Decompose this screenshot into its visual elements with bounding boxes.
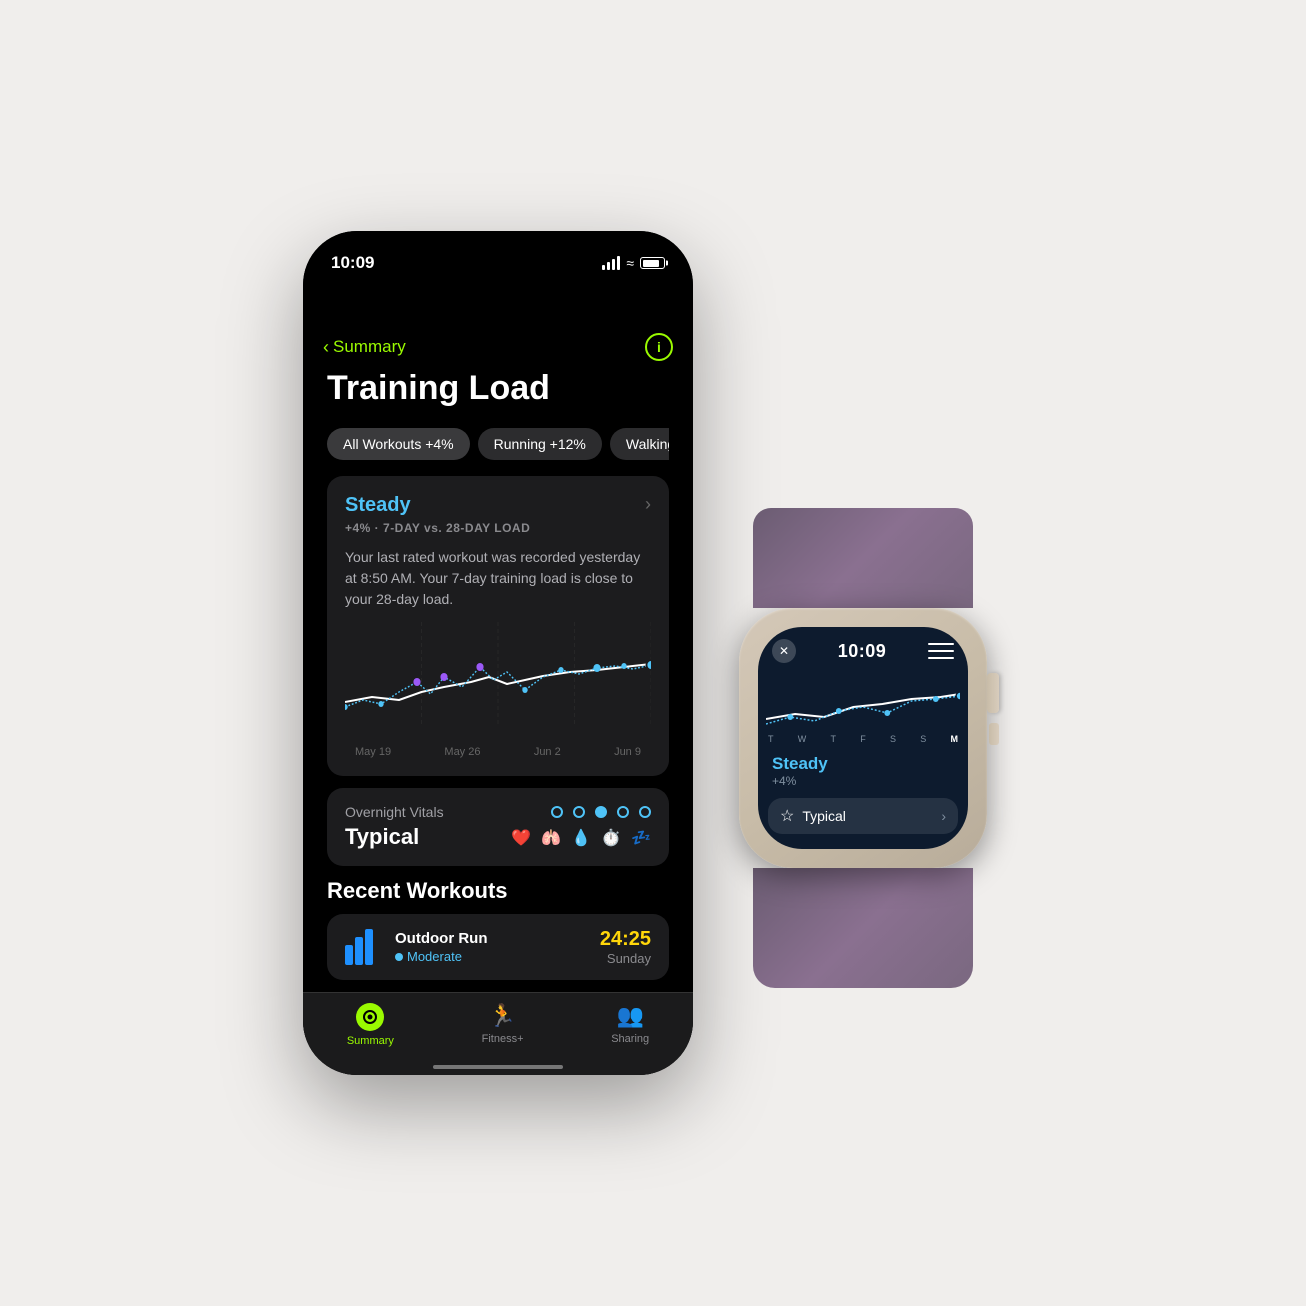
vitals-label: Overnight Vitals bbox=[345, 804, 444, 820]
sharing-tab-icon: 👥 bbox=[616, 1003, 643, 1029]
status-icons: ≈ bbox=[602, 255, 665, 271]
phone-nav: ‹ Summary i bbox=[303, 325, 693, 369]
watch-band-bottom bbox=[753, 868, 973, 988]
watch-typical-chevron-icon: › bbox=[941, 808, 946, 824]
phone: 10:09 ≈ bbox=[303, 231, 693, 1075]
workout-info: Outdoor Run Moderate bbox=[395, 930, 586, 964]
tab-sharing-label: Sharing bbox=[611, 1033, 649, 1045]
fitness-tab-icon: 🏃 bbox=[489, 1003, 516, 1029]
watch-day-1: T bbox=[768, 734, 774, 744]
info-button[interactable]: i bbox=[645, 333, 673, 361]
chart-date-4: Jun 9 bbox=[614, 746, 641, 758]
watch-steady-sub: +4% bbox=[772, 774, 954, 788]
signal-icon bbox=[602, 256, 620, 270]
watch-day-7: M bbox=[950, 734, 958, 744]
watch-body: ✕ 10:09 bbox=[739, 608, 987, 868]
segment-control: All Workouts +4% Running +12% Walking bbox=[327, 428, 669, 460]
watch-screen: ✕ 10:09 bbox=[758, 627, 968, 849]
scene: 10:09 ≈ bbox=[303, 231, 1003, 1075]
tab-summary[interactable]: Summary bbox=[347, 1003, 394, 1047]
chart-date-2: May 26 bbox=[444, 746, 480, 758]
training-status: Steady bbox=[345, 494, 411, 517]
workout-intensity: Moderate bbox=[395, 949, 586, 964]
status-bar: 10:09 ≈ bbox=[303, 231, 693, 281]
vitals-value: Typical bbox=[345, 824, 444, 850]
card-chevron-icon[interactable]: › bbox=[645, 494, 651, 515]
nav-back-label: Summary bbox=[333, 337, 406, 357]
watch-menu-button[interactable] bbox=[928, 641, 954, 661]
segment-all-workouts[interactable]: All Workouts +4% bbox=[327, 428, 470, 460]
chart-date-3: Jun 2 bbox=[534, 746, 561, 758]
tab-fitness[interactable]: 🏃 Fitness+ bbox=[482, 1003, 524, 1047]
watch-steady: Steady +4% bbox=[758, 750, 968, 794]
tab-summary-label: Summary bbox=[347, 1035, 394, 1047]
watch-typical-card[interactable]: ☆ Typical › bbox=[768, 798, 958, 834]
watch: ✕ 10:09 bbox=[723, 508, 1003, 878]
status-time: 10:09 bbox=[331, 253, 374, 273]
typical-icon: ☆ bbox=[780, 806, 794, 826]
watch-status-bar: ✕ 10:09 bbox=[758, 627, 968, 669]
watch-close-button[interactable]: ✕ bbox=[772, 639, 796, 663]
segment-walking[interactable]: Walking bbox=[610, 428, 669, 460]
tab-sharing[interactable]: 👥 Sharing bbox=[611, 1003, 649, 1047]
segment-running[interactable]: Running +12% bbox=[478, 428, 602, 460]
phone-content: Training Load All Workouts +4% Running +… bbox=[303, 369, 693, 980]
battery-icon bbox=[640, 257, 665, 269]
watch-band-top bbox=[753, 508, 973, 608]
home-indicator bbox=[433, 1065, 563, 1069]
watch-typical-left: ☆ Typical bbox=[780, 806, 846, 826]
chart-dates: May 19 May 26 Jun 2 Jun 9 bbox=[345, 746, 651, 758]
chart-date-1: May 19 bbox=[355, 746, 391, 758]
workout-name: Outdoor Run bbox=[395, 930, 586, 947]
vitals-indicators: ❤️ 🫁 💧 ⏱️ 💤 bbox=[511, 806, 651, 848]
watch-day-6: S bbox=[920, 734, 926, 744]
workout-card[interactable]: Outdoor Run Moderate 24:25 Sunday bbox=[327, 914, 669, 980]
watch-time: 10:09 bbox=[838, 641, 887, 662]
workout-day: Sunday bbox=[600, 951, 651, 966]
recent-workouts-title: Recent Workouts bbox=[327, 878, 669, 904]
vitals-card[interactable]: Overnight Vitals Typical ❤️ bbox=[327, 788, 669, 866]
page-title: Training Load bbox=[327, 369, 669, 408]
tab-fitness-label: Fitness+ bbox=[482, 1033, 524, 1045]
watch-day-3: T bbox=[830, 734, 836, 744]
training-subtitle: +4% · 7-DAY vs. 28-DAY LOAD bbox=[345, 521, 651, 535]
tab-bar: Summary 🏃 Fitness+ 👥 Sharing bbox=[303, 992, 693, 1075]
workout-icon bbox=[345, 929, 381, 965]
watch-days: T W T F S S M bbox=[758, 734, 968, 744]
wifi-icon: ≈ bbox=[626, 255, 634, 271]
watch-day-2: W bbox=[798, 734, 807, 744]
training-body: Your last rated workout was recorded yes… bbox=[345, 547, 651, 610]
workout-duration: 24:25 bbox=[600, 928, 651, 951]
watch-day-5: S bbox=[890, 734, 896, 744]
watch-typical-label: Typical bbox=[802, 808, 846, 824]
info-icon: i bbox=[657, 339, 661, 355]
vitals-left: Overnight Vitals Typical bbox=[345, 804, 444, 850]
training-chart bbox=[345, 622, 651, 742]
watch-day-4: F bbox=[860, 734, 866, 744]
training-card: Steady › +4% · 7-DAY vs. 28-DAY LOAD You… bbox=[327, 476, 669, 776]
chevron-left-icon: ‹ bbox=[323, 337, 329, 358]
summary-tab-icon bbox=[356, 1003, 384, 1031]
watch-chart bbox=[758, 669, 968, 734]
watch-crown bbox=[987, 673, 999, 713]
watch-button bbox=[989, 723, 999, 745]
workout-right: 24:25 Sunday bbox=[600, 928, 651, 966]
dynamic-island bbox=[438, 281, 558, 315]
watch-steady-title: Steady bbox=[772, 754, 954, 774]
nav-back-button[interactable]: ‹ Summary bbox=[323, 337, 406, 358]
